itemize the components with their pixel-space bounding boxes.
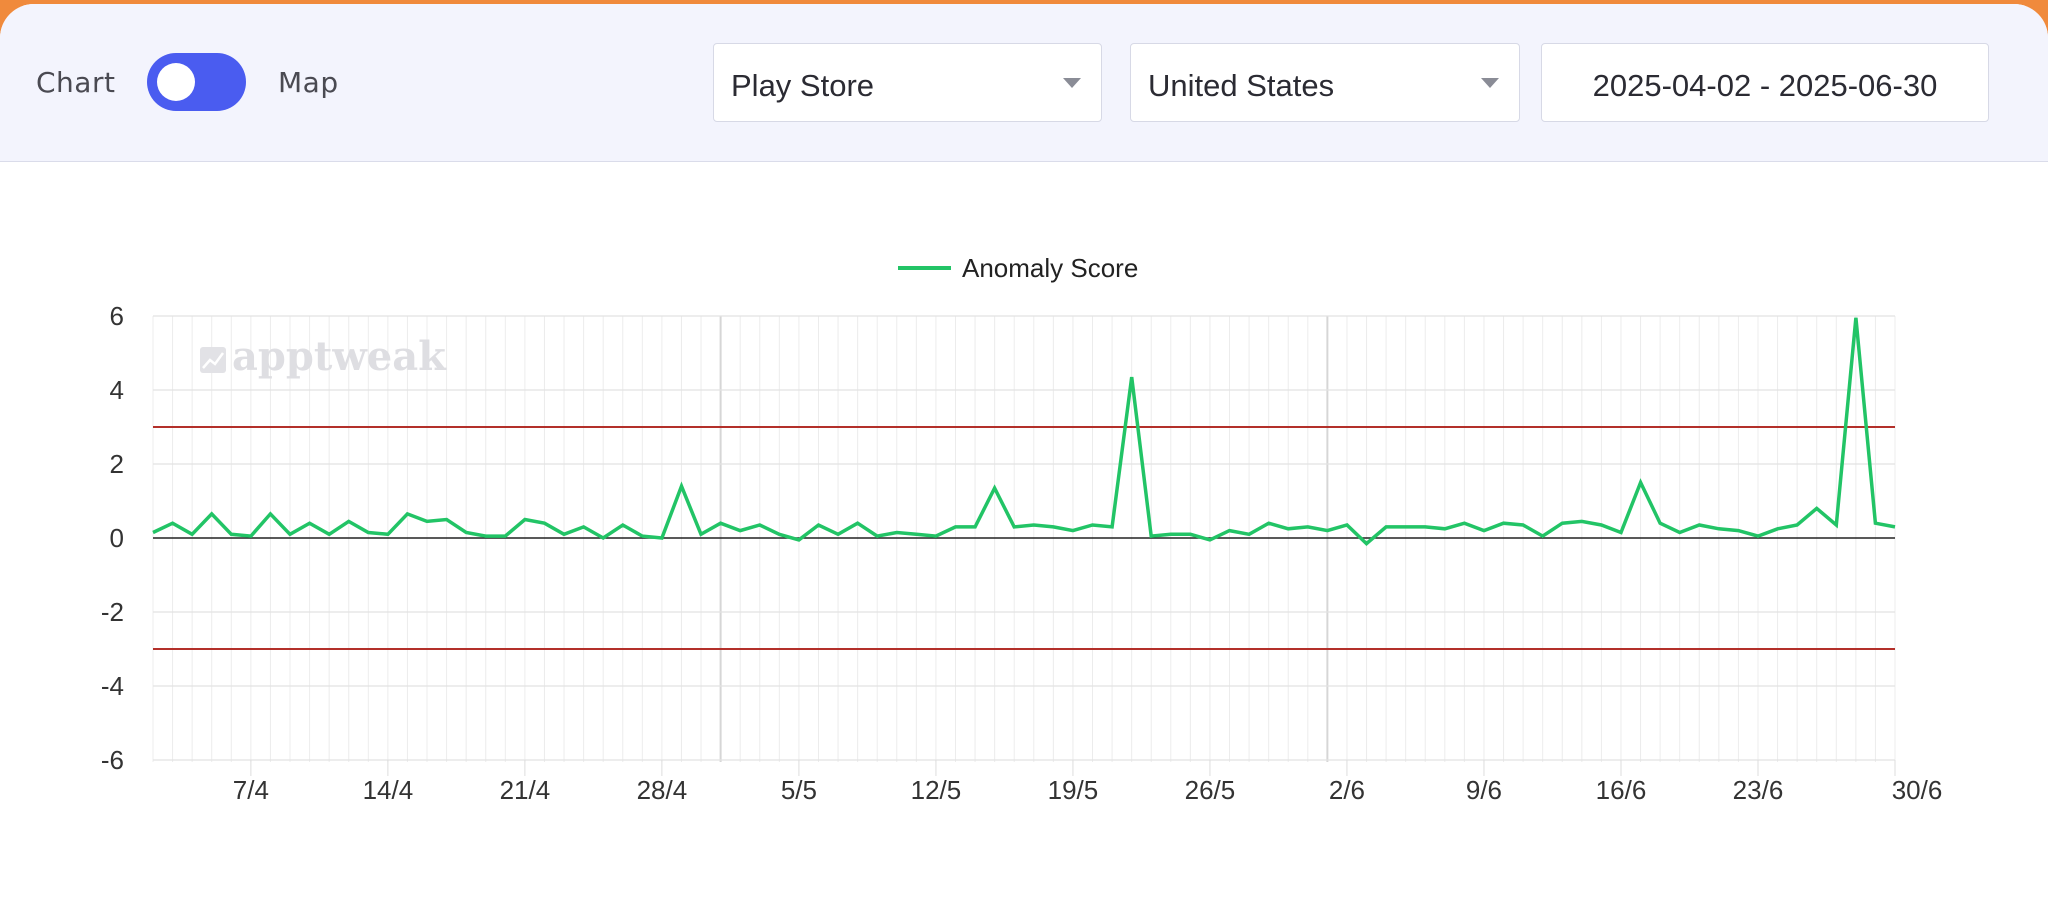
watermark-logo-icon [200, 347, 226, 373]
x-tick-label: 5/5 [781, 775, 817, 805]
y-tick-label: -6 [101, 745, 124, 775]
x-tick-label: 12/5 [911, 775, 962, 805]
y-tick-label: -2 [101, 597, 124, 627]
y-tick-label: 4 [110, 375, 124, 405]
app-panel: Chart Map Play Store United States 2025-… [0, 4, 2048, 920]
y-axis-ticks: 6 4 2 0 -2 -4 -6 [101, 301, 124, 775]
x-tick-label: 14/4 [363, 775, 414, 805]
x-tick-label: 19/5 [1048, 775, 1099, 805]
x-tick-label: 23/6 [1733, 775, 1784, 805]
x-tick-label: 16/6 [1596, 775, 1647, 805]
x-tick-label: 9/6 [1466, 775, 1502, 805]
watermark-text: apptweak [232, 333, 447, 380]
x-tick-label: 26/5 [1185, 775, 1236, 805]
vertical-gridlines [152, 316, 1896, 762]
x-tick-label: 7/4 [233, 775, 269, 805]
legend[interactable]: Anomaly Score [898, 253, 1138, 283]
y-tick-label: 0 [110, 523, 124, 553]
y-tick-label: 6 [110, 301, 124, 331]
x-tick-label: 2/6 [1329, 775, 1365, 805]
y-tick-label: -4 [101, 671, 124, 701]
legend-label: Anomaly Score [962, 253, 1138, 283]
x-tick-label: 21/4 [500, 775, 551, 805]
y-tick-label: 2 [110, 449, 124, 479]
x-tick-label: 30/6 [1892, 775, 1943, 805]
anomaly-chart: apptweak 6 4 2 0 -2 -4 -6 7/4 14/4 21/4 28/4 5/5 12… [101, 253, 1943, 805]
watermark: apptweak [200, 333, 447, 380]
x-tick-label: 28/4 [637, 775, 688, 805]
horizontal-gridlines [153, 315, 1895, 761]
x-axis-ticks: 7/4 14/4 21/4 28/4 5/5 12/5 19/5 26/5 2/6 9/6 16/6… [233, 760, 1943, 805]
